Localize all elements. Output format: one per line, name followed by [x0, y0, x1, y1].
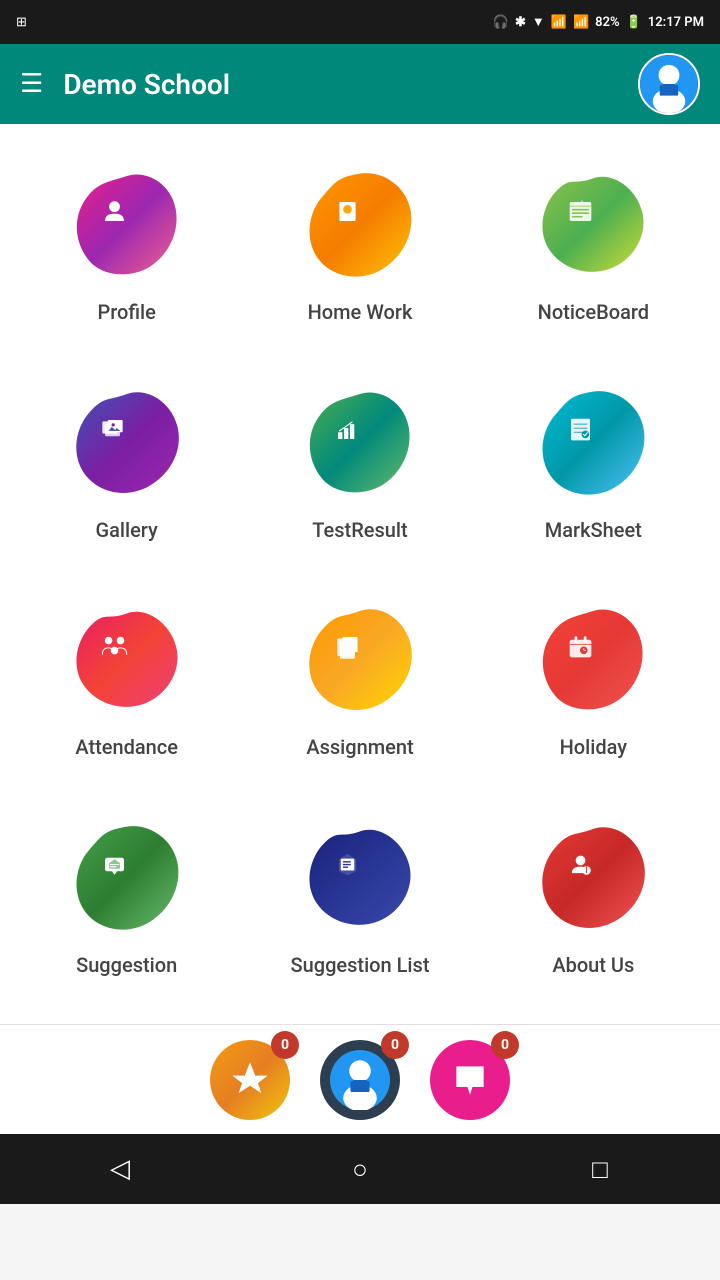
assignment-blob [300, 599, 420, 719]
marksheet-icon [567, 416, 619, 468]
avatar-badge: 0 [381, 1031, 409, 1059]
signal-icon: ▼ [532, 14, 545, 30]
bottom-bar: 0 0 0 [0, 1024, 720, 1134]
holiday-blob [533, 599, 653, 719]
grid-item-aboutus[interactable]: About Us [477, 797, 710, 1005]
assignment-label: Assignment [306, 735, 413, 759]
gallery-label: Gallery [95, 518, 157, 542]
network-icon: 📶 [573, 15, 589, 30]
trophy-badge: 0 [271, 1031, 299, 1059]
battery-icon: 🔋 [626, 15, 642, 30]
noticeboard-label: NoticeBoard [538, 300, 649, 324]
bottom-avatar-icon [330, 1050, 390, 1110]
suggestionlist-blob [300, 817, 420, 937]
homework-blob [300, 164, 420, 284]
suggestionlist-label: Suggestion List [291, 953, 430, 977]
suggestion-blob [67, 817, 187, 937]
attendance-icon [101, 633, 153, 685]
noticeboard-blob [533, 164, 653, 284]
chat-icon [448, 1058, 492, 1102]
status-right: 🎧 ✱ ▼ 📶 📶 82% 🔋 12:17 PM [493, 14, 704, 30]
aboutus-label: About Us [552, 953, 634, 977]
suggestion-label: Suggestion [76, 953, 177, 977]
grid-item-suggestion[interactable]: Suggestion [10, 797, 243, 1005]
profile-blob [67, 164, 187, 284]
grid-item-assignment[interactable]: Assignment [243, 579, 476, 787]
attendance-label: Attendance [75, 735, 178, 759]
avatar-icon-wrap[interactable]: 0 [315, 1035, 405, 1125]
trophy-icon [228, 1058, 272, 1102]
grid-item-holiday[interactable]: Holiday [477, 579, 710, 787]
app-title: Demo School [63, 68, 230, 101]
grid-item-attendance[interactable]: Attendance [10, 579, 243, 787]
user-avatar[interactable] [638, 53, 700, 115]
status-left: ⊞ [16, 15, 27, 30]
testresult-label: TestResult [312, 518, 407, 542]
status-bar: ⊞ 🎧 ✱ ▼ 📶 📶 82% 🔋 12:17 PM [0, 0, 720, 44]
bluetooth-icon: ✱ [515, 15, 526, 30]
grid-item-homework[interactable]: Home Work [243, 144, 476, 352]
suggestion-icon [101, 851, 153, 903]
grid-item-noticeboard[interactable]: NoticeBoard [477, 144, 710, 352]
marksheet-blob [533, 382, 653, 502]
home-button[interactable]: ○ [330, 1139, 390, 1199]
profile-icon [101, 198, 153, 250]
battery-text: 82% [595, 15, 619, 30]
wifi-icon: 📶 [551, 15, 567, 30]
trophy-icon-wrap[interactable]: 0 [205, 1035, 295, 1125]
aboutus-blob [533, 817, 653, 937]
mi-icon: ⊞ [16, 15, 27, 30]
gallery-blob [67, 382, 187, 502]
recent-button[interactable]: □ [570, 1139, 630, 1199]
grid-item-gallery[interactable]: Gallery [10, 362, 243, 570]
hamburger-menu[interactable]: ☰ [20, 69, 43, 99]
testresult-blob [300, 382, 420, 502]
noticeboard-icon [567, 198, 619, 250]
assignment-icon [334, 633, 386, 685]
holiday-label: Holiday [560, 735, 627, 759]
avatar-image [640, 55, 698, 113]
back-button[interactable]: ◁ [90, 1139, 150, 1199]
app-header: ☰ Demo School [0, 44, 720, 124]
profile-label: Profile [97, 300, 155, 324]
homework-icon [334, 198, 386, 250]
suggestionlist-icon [334, 851, 386, 903]
aboutus-icon [567, 851, 619, 903]
gallery-icon [101, 416, 153, 468]
homework-label: Home Work [308, 300, 413, 324]
time: 12:17 PM [648, 15, 704, 30]
grid-item-profile[interactable]: Profile [10, 144, 243, 352]
header-left: ☰ Demo School [20, 68, 230, 101]
chat-icon-wrap[interactable]: 0 [425, 1035, 515, 1125]
main-grid: Profile Home Work [0, 124, 720, 1024]
chat-badge: 0 [491, 1031, 519, 1059]
holiday-icon [567, 633, 619, 685]
grid-item-marksheet[interactable]: MarkSheet [477, 362, 710, 570]
grid-item-suggestionlist[interactable]: Suggestion List [243, 797, 476, 1005]
testresult-icon [334, 416, 386, 468]
marksheet-label: MarkSheet [545, 518, 642, 542]
nav-bar: ◁ ○ □ [0, 1134, 720, 1204]
attendance-blob [67, 599, 187, 719]
grid-item-testresult[interactable]: TestResult [243, 362, 476, 570]
headphone-icon: 🎧 [493, 15, 509, 30]
